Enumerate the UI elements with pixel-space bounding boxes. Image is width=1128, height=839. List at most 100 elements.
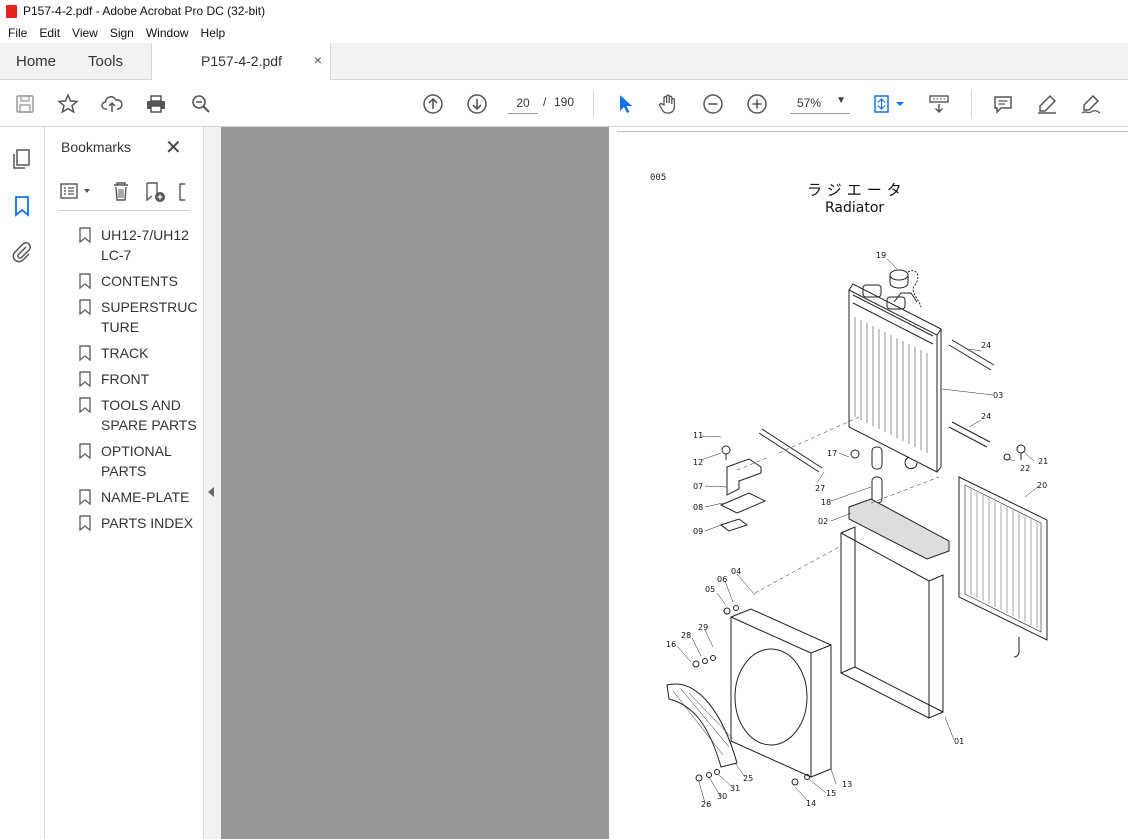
bookmarks-toolbar <box>59 179 189 205</box>
fan-shroud-drawing <box>730 608 832 778</box>
tab-tools[interactable]: Tools <box>88 53 123 70</box>
bookmark-expand-icon[interactable] <box>179 183 185 201</box>
radiator-core-drawing <box>848 283 942 473</box>
page-number-input[interactable] <box>508 92 538 114</box>
bookmark-label: CONTENTS <box>101 273 178 289</box>
radiator-parts-diagram: 19 24 03 24 11 12 17 22 21 27 20 07 18 0… <box>666 251 1048 809</box>
new-bookmark-icon[interactable] <box>146 182 165 202</box>
menu-window[interactable]: Window <box>140 26 195 40</box>
bookmarks-divider <box>59 210 189 211</box>
document-page[interactable]: 005 ラジエータ Radiator 19 24 03 24 11 12 17 … <box>609 127 1128 839</box>
zoom-dropdown[interactable]: 57% ▼ <box>790 92 850 114</box>
bookmarks-panel-icon[interactable] <box>10 194 34 218</box>
window-title: P157-4-2.pdf - Adobe Acrobat Pro DC (32-… <box>23 4 266 18</box>
prev-page-icon[interactable] <box>420 91 446 117</box>
callout-label: 28 <box>681 631 691 640</box>
delete-bookmark-icon[interactable] <box>114 182 128 201</box>
collapse-panel-icon[interactable] <box>208 487 214 497</box>
tab-close-icon[interactable]: × <box>314 52 322 68</box>
toolbar-divider <box>593 90 594 118</box>
callout-label: 24 <box>981 412 991 421</box>
condenser-drawing <box>958 476 1048 658</box>
comment-icon[interactable] <box>990 91 1016 117</box>
bookmarks-panel: Bookmarks ✕ UH12-7/UH12 LC-7 CONTENTS SU… <box>45 127 203 839</box>
bookmark-list: UH12-7/UH12 LC-7 CONTENTS SUPERSTRUC TUR… <box>77 225 199 539</box>
hand-icon[interactable] <box>655 91 681 117</box>
zoom-in-icon[interactable] <box>744 91 770 117</box>
scroll-mode-icon[interactable] <box>926 91 952 117</box>
save-icon[interactable] <box>12 91 38 117</box>
next-page-icon[interactable] <box>464 91 490 117</box>
select-cursor-icon[interactable] <box>612 91 638 117</box>
page-total: 190 <box>554 95 575 109</box>
close-icon[interactable]: ✕ <box>165 135 182 160</box>
callout-label: 21 <box>1038 457 1048 466</box>
bookmark-label: OPTIONAL PARTS <box>101 443 172 479</box>
menu-view[interactable]: View <box>66 26 104 40</box>
bookmark-label: SUPERSTRUC TURE <box>101 299 198 335</box>
menu-edit[interactable]: Edit <box>33 26 66 40</box>
attachments-icon[interactable] <box>10 240 34 264</box>
bookmark-item[interactable]: CONTENTS <box>77 271 199 291</box>
sign-icon[interactable] <box>1078 91 1104 117</box>
document-canvas-background <box>221 127 609 839</box>
bookmark-icon <box>79 273 91 289</box>
tab-home[interactable]: Home <box>16 53 56 70</box>
bookmark-icon <box>79 489 91 505</box>
chevron-down-icon: ▼ <box>836 95 846 106</box>
zoom-out-icon[interactable] <box>700 91 726 117</box>
bookmark-item[interactable]: TRACK <box>77 343 199 363</box>
callout-label: 11 <box>693 431 703 440</box>
bookmark-item[interactable]: NAME-PLATE <box>77 487 199 507</box>
navigation-rail <box>0 127 45 839</box>
bookmark-label: TRACK <box>101 345 149 361</box>
callout-label: 26 <box>701 800 711 809</box>
fit-page-icon[interactable] <box>870 91 908 117</box>
rubber-strip-drawing <box>948 421 991 448</box>
bookmark-icon <box>79 443 91 459</box>
callout-label: 12 <box>693 458 703 467</box>
callout-label: 05 <box>705 585 715 594</box>
bookmark-item[interactable]: UH12-7/UH12 LC-7 <box>77 225 199 265</box>
page-thumbnails-icon[interactable] <box>10 147 34 171</box>
plate-drawing <box>719 518 749 532</box>
bookmark-item[interactable]: TOOLS AND SPARE PARTS <box>77 395 199 435</box>
upload-icon[interactable] <box>99 91 125 117</box>
acrobat-app-icon <box>6 4 17 18</box>
bookmark-item[interactable]: FRONT <box>77 369 199 389</box>
menu-sign[interactable]: Sign <box>104 26 140 40</box>
callout-labels: 19 24 03 24 11 12 17 22 21 27 20 07 18 0… <box>666 251 1048 809</box>
bookmark-item[interactable]: SUPERSTRUC TURE <box>77 297 199 337</box>
tab-bar: Home Tools P157-4-2.pdf × <box>0 43 1128 80</box>
fan-guard-drawing <box>666 683 738 768</box>
menu-file[interactable]: File <box>2 26 33 40</box>
bookmark-options-icon[interactable] <box>60 183 90 199</box>
search-zoom-icon[interactable] <box>188 91 214 117</box>
bookmark-star-icon[interactable] <box>55 91 81 117</box>
bracket-drawing <box>726 458 762 496</box>
bookmarks-title: Bookmarks <box>61 139 132 155</box>
menu-help[interactable]: Help <box>195 26 232 40</box>
toolbar-divider <box>971 90 972 118</box>
callout-label: 17 <box>827 449 837 458</box>
bookmark-label: TOOLS AND SPARE PARTS <box>101 397 197 433</box>
bookmark-icon <box>79 371 91 387</box>
print-icon[interactable] <box>143 91 169 117</box>
highlight-icon[interactable] <box>1034 91 1060 117</box>
tab-document[interactable]: P157-4-2.pdf × <box>151 43 331 80</box>
bookmark-item[interactable]: OPTIONAL PARTS <box>77 441 199 481</box>
hose-drawing <box>871 446 883 470</box>
bookmark-icon <box>79 299 91 315</box>
callout-label: 16 <box>666 640 676 649</box>
menu-bar: File Edit View Sign Window Help <box>0 22 1128 43</box>
bookmark-label: NAME-PLATE <box>101 489 190 505</box>
callout-label: 29 <box>698 623 708 632</box>
tab-document-label: P157-4-2.pdf <box>201 53 282 69</box>
callout-label: 18 <box>821 498 831 507</box>
callout-label: 01 <box>954 737 964 746</box>
callout-label: 14 <box>806 799 816 808</box>
bookmark-item[interactable]: PARTS INDEX <box>77 513 199 533</box>
callout-label: 08 <box>693 503 703 512</box>
page-separator: / <box>543 95 547 109</box>
panel-splitter[interactable] <box>203 127 221 839</box>
